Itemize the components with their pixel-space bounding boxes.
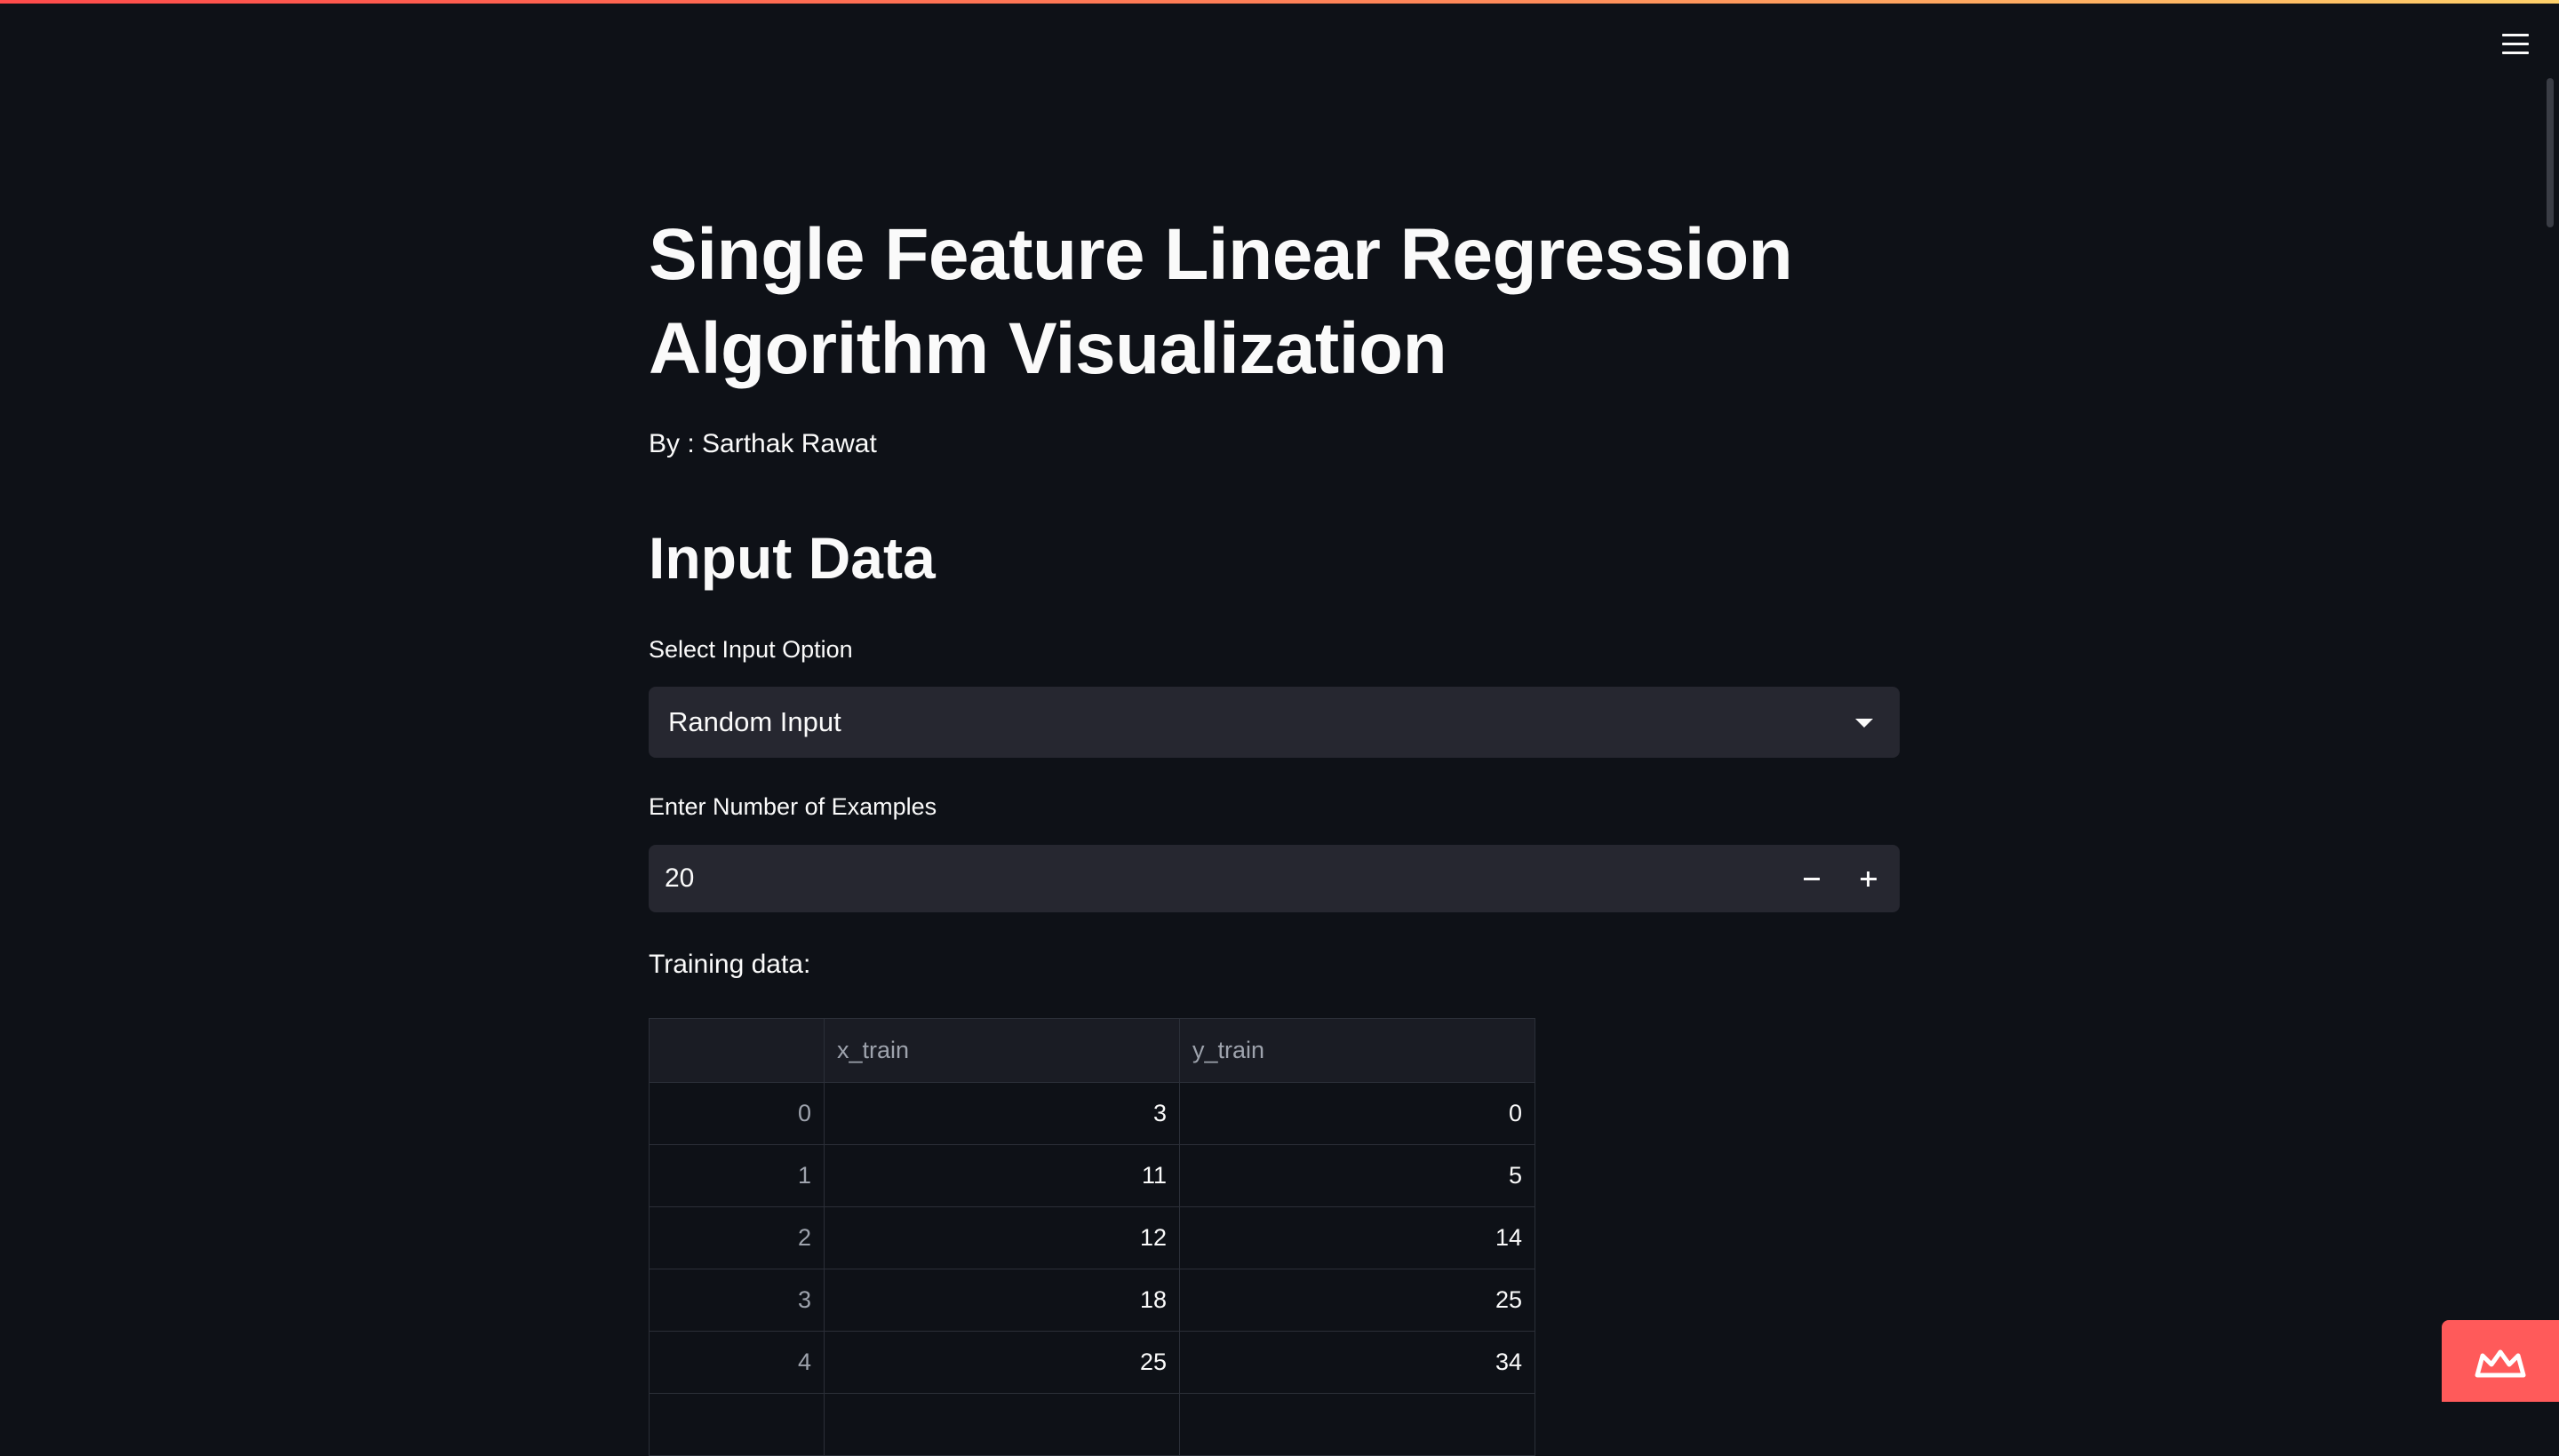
minus-icon bbox=[1804, 878, 1820, 880]
row-index: 3 bbox=[649, 1269, 825, 1332]
streamlit-badge-button[interactable] bbox=[2442, 1320, 2559, 1402]
input-data-heading: Input Data bbox=[649, 525, 936, 591]
streamlit-crown-icon bbox=[2475, 1349, 2526, 1378]
number-value[interactable]: 20 bbox=[665, 861, 694, 896]
training-data-table: x_train y_train 0 3 0 1 11 5 2 12 14 3 1… bbox=[649, 1018, 1535, 1456]
cell-x-train: 3 bbox=[824, 1082, 1180, 1145]
table-row: 4 25 34 bbox=[649, 1331, 1535, 1394]
cell-y-train: 34 bbox=[1179, 1331, 1535, 1394]
cell-x-train bbox=[824, 1393, 1180, 1456]
table-row: 2 12 14 bbox=[649, 1206, 1535, 1269]
row-index: 4 bbox=[649, 1331, 825, 1394]
select-input-label: Select Input Option bbox=[649, 636, 853, 663]
table-row: 3 18 25 bbox=[649, 1269, 1535, 1332]
cell-y-train: 14 bbox=[1179, 1206, 1535, 1269]
number-examples-input[interactable]: 20 bbox=[649, 845, 1900, 912]
hamburger-line bbox=[2502, 43, 2529, 45]
increment-button[interactable] bbox=[1839, 845, 1896, 912]
main-menu-button[interactable] bbox=[2499, 30, 2534, 59]
row-index bbox=[649, 1393, 825, 1456]
cell-y-train: 25 bbox=[1179, 1269, 1535, 1332]
plus-icon-vertical bbox=[1867, 871, 1869, 887]
cell-y-train: 0 bbox=[1179, 1082, 1535, 1145]
page-title: Single Feature Linear Regression Algorit… bbox=[649, 214, 1793, 389]
table-row: 1 11 5 bbox=[649, 1144, 1535, 1207]
hamburger-menu-icon bbox=[2502, 34, 2529, 36]
decrement-button[interactable] bbox=[1782, 845, 1839, 912]
cell-x-train: 25 bbox=[824, 1331, 1180, 1394]
cell-x-train: 18 bbox=[824, 1269, 1180, 1332]
input-option-select[interactable]: Random Input bbox=[649, 687, 1900, 758]
table-header-index[interactable] bbox=[649, 1018, 825, 1083]
training-data-label: Training data: bbox=[649, 950, 811, 979]
hamburger-line bbox=[2502, 52, 2529, 54]
cell-x-train: 11 bbox=[824, 1144, 1180, 1207]
page-scrollbar[interactable] bbox=[2547, 78, 2554, 227]
cell-y-train: 5 bbox=[1179, 1144, 1535, 1207]
table-row bbox=[649, 1393, 1535, 1456]
table-row: 0 3 0 bbox=[649, 1082, 1535, 1145]
chevron-down-icon bbox=[1855, 719, 1873, 728]
row-index: 1 bbox=[649, 1144, 825, 1207]
table-header-row: x_train y_train bbox=[649, 1018, 1535, 1083]
row-index: 0 bbox=[649, 1082, 825, 1145]
row-index: 2 bbox=[649, 1206, 825, 1269]
author-text: By : Sarthak Rawat bbox=[649, 429, 877, 458]
cell-x-train: 12 bbox=[824, 1206, 1180, 1269]
number-examples-label: Enter Number of Examples bbox=[649, 793, 937, 820]
cell-y-train bbox=[1179, 1393, 1535, 1456]
top-decoration-bar bbox=[0, 0, 2559, 4]
table-header-x-train[interactable]: x_train bbox=[824, 1018, 1180, 1083]
select-value: Random Input bbox=[668, 706, 841, 737]
table-header-y-train[interactable]: y_train bbox=[1179, 1018, 1535, 1083]
